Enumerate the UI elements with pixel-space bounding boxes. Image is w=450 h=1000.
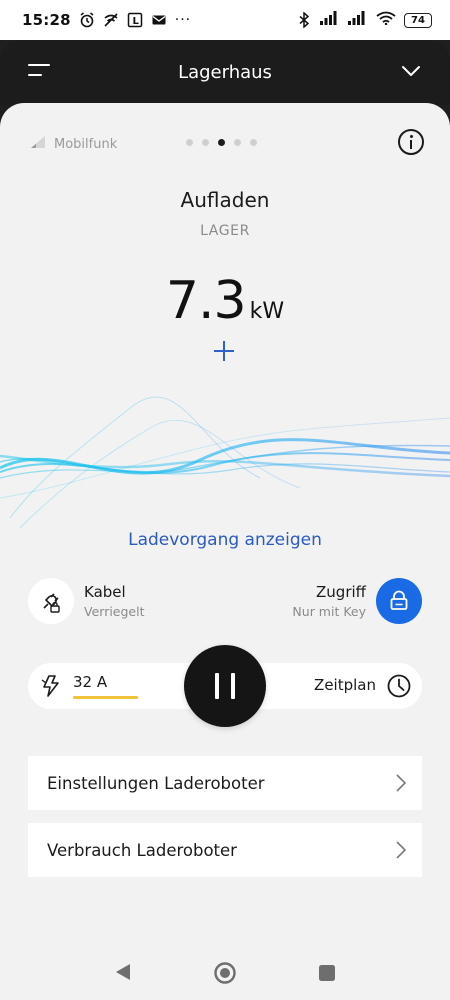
chevron-right-icon [396,841,406,859]
page-dot[interactable] [186,139,193,146]
page-dot[interactable] [234,139,241,146]
more-icon: ··· [174,12,192,28]
pause-button[interactable] [184,645,266,727]
charging-current-value[interactable]: 32 A [73,673,107,691]
alarm-icon [79,12,95,28]
cable-status: Kabel Verriegelt [28,578,145,624]
back-triangle-icon[interactable] [114,962,132,986]
signal-off-icon [103,12,119,28]
menu-row-label: Verbrauch Laderoboter [47,840,237,860]
home-circle-icon[interactable] [213,961,237,989]
cellular-weak-icon [30,135,48,153]
recents-square-icon[interactable] [318,964,336,986]
plug-lock-icon [28,578,74,624]
page-dot[interactable] [202,139,209,146]
hamburger-menu-icon[interactable] [28,62,50,80]
app-l-icon: L [127,12,143,28]
connection-label: Mobilfunk [54,136,118,152]
app-l-letter: L [132,16,139,27]
connection-status: Mobilfunk [30,135,117,153]
access-status-text: Nur mit Key [292,604,366,619]
status-time: 15:28 [22,11,71,29]
cellular-signal-2-icon [348,11,368,29]
menu-row-settings[interactable]: Einstellungen Laderoboter [28,756,422,810]
cable-title: Kabel [84,583,126,601]
info-icon[interactable] [398,129,424,155]
page-dot-active[interactable] [218,139,225,146]
chevron-right-icon [396,774,406,792]
system-icons: 74 [296,11,432,29]
access-title: Zugriff [316,583,366,601]
cable-status-text: Verriegelt [84,604,145,619]
menu-row-label: Einstellungen Laderoboter [47,773,265,793]
power-readout: 7.3 kW [0,271,450,331]
charging-state: Aufladen [180,188,270,212]
current-level-bar [73,696,138,699]
wifi-icon [376,11,396,29]
notification-icons: L ··· [79,12,191,28]
plus-icon[interactable] [214,341,234,361]
pause-icon-bar-left [215,673,219,699]
chevron-down-icon[interactable] [400,60,422,82]
charger-card: Mobilfunk Aufladen LAGER 7.3 kW Ladevorg… [0,103,450,945]
schedule-label[interactable]: Zeitplan [314,676,376,694]
clock-icon[interactable] [386,673,412,703]
system-navigation-bar [0,945,450,1000]
access-status: Zugriff Nur mit Key [292,578,422,624]
mail-icon [151,12,167,28]
battery-indicator: 74 [404,12,432,28]
charging-wave-graphic [0,396,450,529]
power-value: 7.3 [165,271,247,331]
page-indicator [186,139,257,146]
bolt-icon [40,674,62,702]
pause-icon-bar-right [231,673,235,699]
device-location: LAGER [200,223,250,239]
status-bar: 15:28 L ··· 74 [0,0,450,40]
header-title[interactable]: Lagerhaus [0,62,450,83]
page-dot[interactable] [250,139,257,146]
bluetooth-icon [296,12,312,28]
show-charging-session-link[interactable]: Ladevorgang anzeigen [0,530,450,550]
app-header: Lagerhaus [0,40,450,105]
cellular-signal-1-icon [320,11,340,29]
lock-key-icon[interactable] [376,578,422,624]
menu-row-consumption[interactable]: Verbrauch Laderoboter [28,823,422,877]
power-unit: kW [249,299,285,324]
